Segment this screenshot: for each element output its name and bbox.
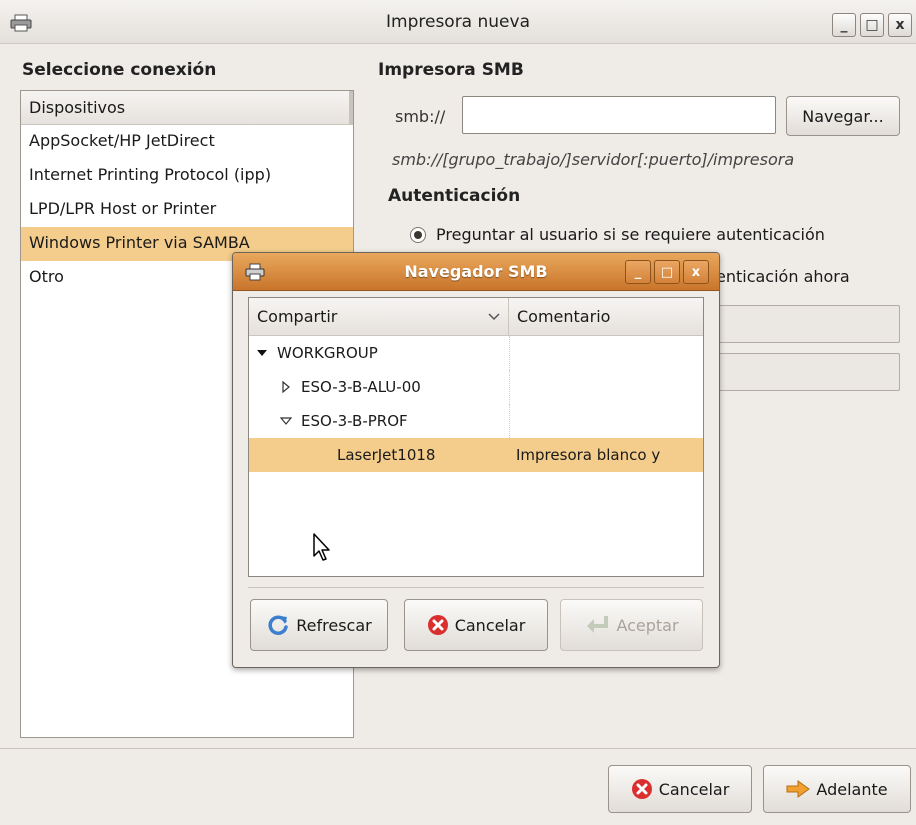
auth-option-now[interactable]: enticación ahora bbox=[716, 267, 850, 286]
dialog-titlebar: Navegador SMB _ □ x bbox=[233, 253, 719, 291]
close-button[interactable]: x bbox=[888, 13, 912, 37]
column-share[interactable]: Compartir bbox=[249, 298, 509, 335]
tree-row-host-prof[interactable]: ESO-3-B-PROF bbox=[249, 404, 703, 438]
cancel-icon bbox=[427, 615, 448, 635]
smb-url-input[interactable] bbox=[462, 96, 776, 134]
tree-row-workgroup[interactable]: WORKGROUP bbox=[249, 336, 703, 370]
dialog-cancel-button[interactable]: Cancelar bbox=[404, 599, 548, 651]
refresh-label: Refrescar bbox=[296, 615, 372, 635]
forward-arrow-icon bbox=[786, 780, 811, 798]
password-field[interactable] bbox=[715, 353, 900, 391]
refresh-button[interactable]: Refrescar bbox=[250, 599, 388, 651]
accept-icon bbox=[587, 616, 609, 633]
collapsed-arrow-icon[interactable] bbox=[279, 380, 293, 394]
auth-heading: Autenticación bbox=[388, 186, 521, 206]
maximize-button[interactable]: □ bbox=[860, 13, 884, 37]
browse-button[interactable]: Navegar... bbox=[786, 96, 900, 136]
dialog-minimize-button[interactable]: _ bbox=[625, 260, 651, 284]
connection-item-lpd[interactable]: LPD/LPR Host or Printer bbox=[21, 193, 353, 227]
dialog-cancel-label: Cancelar bbox=[454, 615, 526, 635]
tree-row-label: LaserJet1018 bbox=[337, 446, 436, 464]
tree-row-label: ESO-3-B-ALU-00 bbox=[301, 378, 421, 396]
footer-cancel-button[interactable]: Cancelar bbox=[608, 765, 752, 813]
connection-list-header[interactable]: Dispositivos bbox=[21, 91, 353, 125]
minimize-button[interactable]: _ bbox=[832, 13, 856, 37]
browse-button-label: Navegar... bbox=[802, 106, 884, 126]
dialog-close-button[interactable]: x bbox=[683, 260, 709, 284]
smb-heading: Impresora SMB bbox=[378, 60, 524, 80]
tree-row-host-alu[interactable]: ESO-3-B-ALU-00 bbox=[249, 370, 703, 404]
dialog-maximize-button[interactable]: □ bbox=[654, 260, 680, 284]
expanded-arrow-icon[interactable] bbox=[255, 346, 269, 360]
tree-row-printer-laserjet[interactable]: LaserJet1018 Impresora blanco y bbox=[249, 438, 703, 472]
tree-row-label: ESO-3-B-PROF bbox=[301, 412, 408, 430]
forward-label: Adelante bbox=[816, 779, 888, 799]
dialog-separator bbox=[248, 587, 704, 588]
column-share-label: Compartir bbox=[257, 307, 338, 326]
connection-item-appsocket[interactable]: AppSocket/HP JetDirect bbox=[21, 125, 353, 159]
accept-button[interactable]: Aceptar bbox=[560, 599, 703, 651]
refresh-icon bbox=[268, 615, 289, 635]
footer-separator bbox=[0, 748, 916, 749]
tree-row-comment bbox=[509, 370, 703, 404]
smb-prefix-label: smb:// bbox=[395, 107, 446, 126]
auth-ask-radio[interactable] bbox=[410, 226, 426, 243]
tree-row-comment bbox=[509, 404, 703, 438]
column-comment-label: Comentario bbox=[517, 307, 611, 326]
smb-url-hint: smb://[grupo_trabajo/]servidor[:puerto]/… bbox=[392, 150, 795, 169]
expanded-arrow-icon[interactable] bbox=[279, 414, 293, 428]
window-titlebar: Impresora nueva _ □ x bbox=[0, 0, 916, 44]
mouse-pointer-icon bbox=[313, 533, 330, 561]
tree-header: Compartir Comentario bbox=[249, 298, 703, 336]
tree-row-comment bbox=[509, 336, 703, 370]
footer-cancel-label: Cancelar bbox=[658, 779, 730, 799]
connection-heading: Seleccione conexión bbox=[22, 60, 217, 80]
auth-ask-label: Preguntar al usuario si se requiere aute… bbox=[436, 225, 825, 244]
connection-item-ipp[interactable]: Internet Printing Protocol (ipp) bbox=[21, 159, 353, 193]
username-field[interactable] bbox=[715, 305, 900, 343]
chevron-down-icon bbox=[488, 312, 500, 320]
column-comment[interactable]: Comentario bbox=[509, 298, 703, 335]
forward-button[interactable]: Adelante bbox=[763, 765, 911, 813]
auth-now-label: enticación ahora bbox=[716, 267, 850, 286]
tree-row-comment: Impresora blanco y bbox=[509, 438, 703, 472]
tree-row-label: WORKGROUP bbox=[277, 344, 378, 362]
auth-option-ask[interactable]: Preguntar al usuario si se requiere aute… bbox=[410, 225, 825, 244]
cancel-icon bbox=[631, 779, 652, 799]
window-title: Impresora nueva bbox=[386, 12, 530, 32]
accept-label: Aceptar bbox=[616, 615, 679, 635]
smb-browser-dialog: Navegador SMB _ □ x Compartir Comentario bbox=[232, 252, 720, 668]
